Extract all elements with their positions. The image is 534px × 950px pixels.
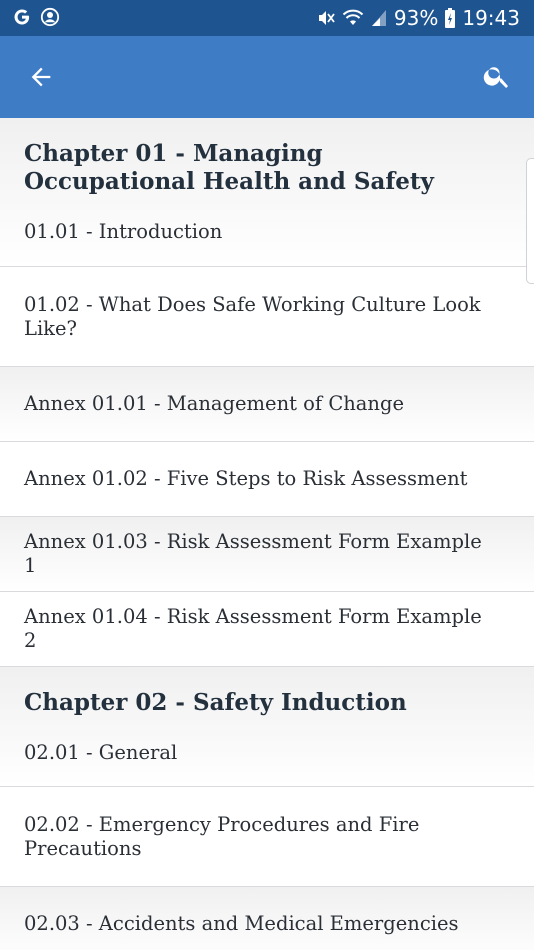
battery-icon: [444, 7, 456, 29]
list-item-label: 02.02 - Emergency Procedures and Fire Pr…: [24, 812, 420, 860]
list-item[interactable]: Annex 01.01 - Management of Change: [0, 367, 534, 442]
clock: 19:43: [462, 6, 520, 30]
list-item-label: 02.03 - Accidents and Medical Emergencie…: [24, 912, 459, 935]
status-bar: 93% 19:43: [0, 0, 534, 36]
chapter-title: Chapter 02 - Safety Induction: [24, 688, 407, 716]
list-item[interactable]: 01.02 - What Does Safe Working Culture L…: [0, 267, 534, 367]
list-item[interactable]: Chapter 02 - Safety Induction 02.01 - Ge…: [0, 667, 534, 787]
search-button[interactable]: [480, 59, 514, 93]
battery-percent: 93%: [393, 6, 439, 30]
signal-icon: [370, 8, 388, 28]
list-item-label: Annex 01.03 - Risk Assessment Form Examp…: [24, 530, 482, 577]
toolbar: [0, 36, 534, 118]
list-item-label: 01.02 - What Does Safe Working Culture L…: [24, 292, 481, 340]
list-item[interactable]: 02.03 - Accidents and Medical Emergencie…: [0, 887, 534, 950]
list-item-label: 01.01 - Introduction: [24, 220, 223, 243]
google-icon: [12, 7, 32, 31]
list-item[interactable]: Annex 01.02 - Five Steps to Risk Assessm…: [0, 442, 534, 517]
contents-list: Chapter 01 - Managing Occupational Healt…: [0, 118, 534, 950]
list-item[interactable]: Annex 01.03 - Risk Assessment Form Examp…: [0, 517, 534, 592]
mute-icon: [316, 8, 336, 28]
account-icon: [40, 7, 60, 31]
list-item-label: 02.01 - General: [24, 740, 178, 764]
search-icon: [483, 67, 508, 88]
list-item-label: Annex 01.01 - Management of Change: [24, 392, 405, 415]
list-item[interactable]: Chapter 01 - Managing Occupational Healt…: [0, 118, 534, 267]
back-button[interactable]: [24, 60, 58, 94]
list-item[interactable]: 02.02 - Emergency Procedures and Fire Pr…: [0, 787, 534, 887]
list-item-label: Annex 01.04 - Risk Assessment Form Examp…: [24, 605, 482, 652]
chapter-title: Chapter 01 - Managing Occupational Healt…: [24, 140, 434, 195]
scroll-indicator[interactable]: [526, 158, 534, 284]
list-item[interactable]: Annex 01.04 - Risk Assessment Form Examp…: [0, 592, 534, 667]
list-item-label: Annex 01.02 - Five Steps to Risk Assessm…: [24, 467, 468, 490]
wifi-icon: [342, 8, 364, 28]
arrow-back-icon: [31, 67, 51, 87]
